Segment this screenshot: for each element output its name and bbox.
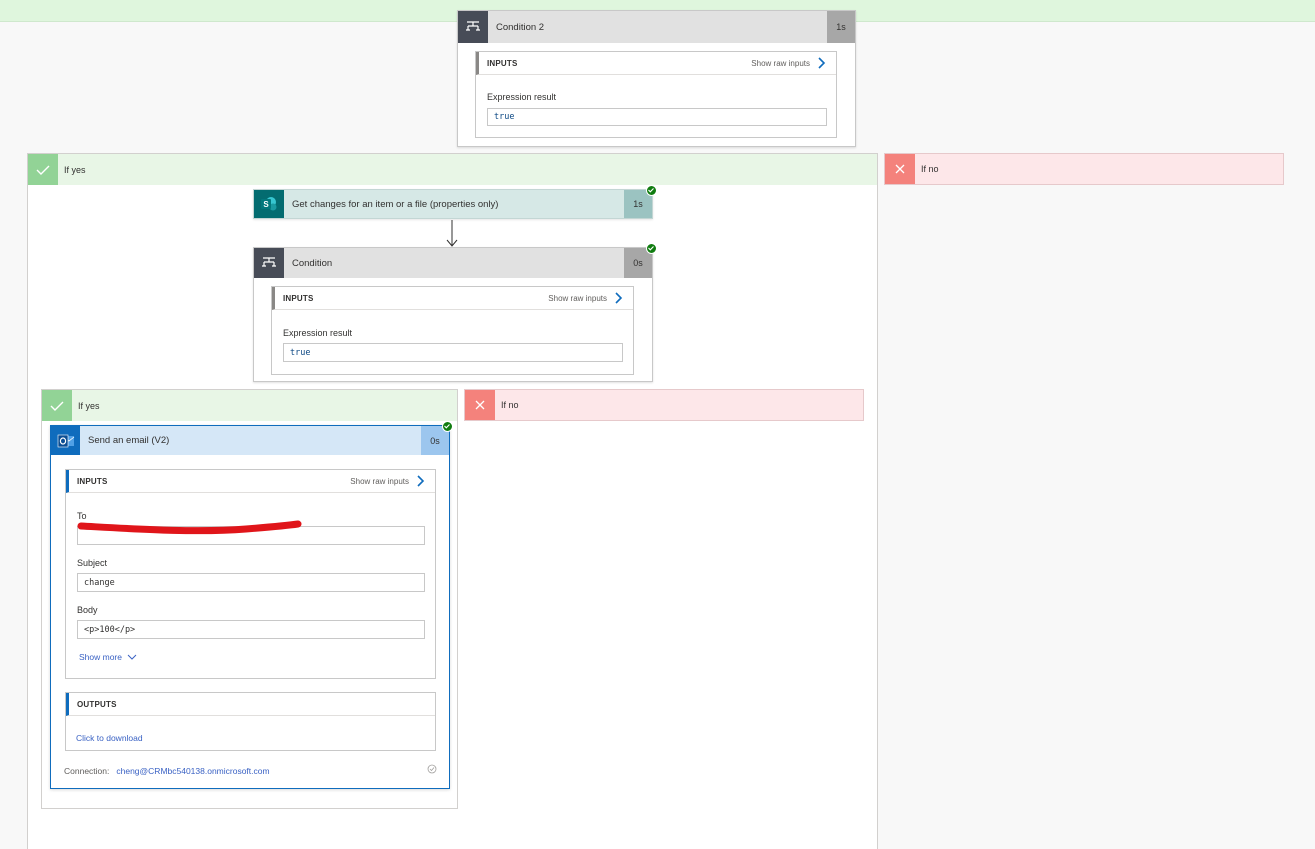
connection-label: Connection: [64,766,110,776]
condition-title: Condition [292,257,333,269]
success-check-icon [442,421,453,432]
check-icon [28,154,58,185]
cross-icon [465,390,495,420]
outlook-icon [51,426,80,455]
connection-status-icon [427,764,437,774]
condition-icon [458,11,488,43]
outputs-label: OUTPUTS [77,699,117,709]
send-email-inputs: INPUTS Show raw inputs To Subject change… [65,469,436,679]
success-check-icon [646,185,657,196]
outer-if-no-label: If no [921,164,939,174]
arrow-down-icon [446,220,458,247]
chevron-down-icon [127,654,137,660]
inputs-label: INPUTS [77,476,108,486]
subject-field: change [77,573,425,592]
body-field: <p>100</p> [77,620,425,639]
show-more-link[interactable]: Show more [79,652,137,662]
chevron-right-icon [818,57,826,69]
inputs-header: INPUTS Show raw inputs [476,52,836,75]
inner-if-yes-header[interactable]: If yes [42,390,457,421]
condition-2-header[interactable]: Condition 2 1s [458,11,855,43]
expression-result-field: true [283,343,623,362]
svg-text:S: S [263,200,269,209]
connection-row: Connection: cheng@CRMbc540138.onmicrosof… [64,766,270,776]
outer-if-yes-header[interactable]: If yes [28,154,877,185]
expression-result-label: Expression result [283,328,353,338]
inner-if-no-label: If no [501,400,519,410]
show-raw-inputs-link[interactable]: Show raw inputs [751,57,826,69]
expression-result-field: true [487,108,827,126]
expression-result-label: Expression result [487,92,557,102]
condition-2-title: Condition 2 [496,21,545,33]
chevron-right-icon [417,475,425,487]
get-changes-title: Get changes for an item or a file (prope… [292,198,499,210]
inputs-header: INPUTS Show raw inputs [66,470,435,493]
condition-2-card[interactable]: Condition 2 1s INPUTS Show raw inputs Ex… [457,10,856,147]
redaction-scribble [77,520,302,535]
connection-value[interactable]: cheng@CRMbc540138.onmicrosoft.com [116,766,269,776]
send-email-outputs: OUTPUTS Click to download [65,692,436,751]
send-email-title: Send an email (V2) [88,435,170,446]
to-field [77,520,425,545]
success-check-icon [646,243,657,254]
show-raw-inputs-label: Show raw inputs [751,58,810,68]
chevron-right-icon [615,292,623,304]
outer-if-yes-label: If yes [64,164,86,175]
body-label: Body [77,605,98,615]
condition-card[interactable]: Condition 0s INPUTS Show raw inputs Expr… [253,247,653,382]
inputs-label: INPUTS [487,58,518,68]
subject-label: Subject [77,558,108,568]
condition-2-inputs: INPUTS Show raw inputs Expression result… [475,51,837,138]
inputs-header: INPUTS Show raw inputs [272,287,633,310]
sharepoint-icon: S [254,190,284,218]
get-changes-card[interactable]: S Get changes for an item or a file (pro… [253,189,653,219]
show-raw-inputs-link[interactable]: Show raw inputs [548,292,623,304]
condition-icon [254,248,284,278]
condition-inputs: INPUTS Show raw inputs Expression result… [271,286,634,375]
show-raw-inputs-link[interactable]: Show raw inputs [350,475,425,487]
cross-icon [885,154,915,184]
send-email-card[interactable]: Send an email (V2) 0s INPUTS Show raw in… [50,425,450,789]
inner-if-no-branch[interactable]: If no [464,389,864,421]
show-raw-inputs-label: Show raw inputs [350,476,409,486]
click-to-download-link[interactable]: Click to download [76,733,143,743]
inner-if-yes-label: If yes [78,400,100,411]
outputs-header: OUTPUTS [66,693,435,716]
condition-header[interactable]: Condition 0s [254,248,652,278]
show-more-label: Show more [79,652,122,662]
condition-2-duration: 1s [827,11,855,43]
show-raw-inputs-label: Show raw inputs [548,293,607,303]
check-icon [42,390,72,421]
inputs-label: INPUTS [283,293,314,303]
send-email-header[interactable]: Send an email (V2) 0s [51,426,449,455]
outer-if-no-branch[interactable]: If no [884,153,1284,185]
